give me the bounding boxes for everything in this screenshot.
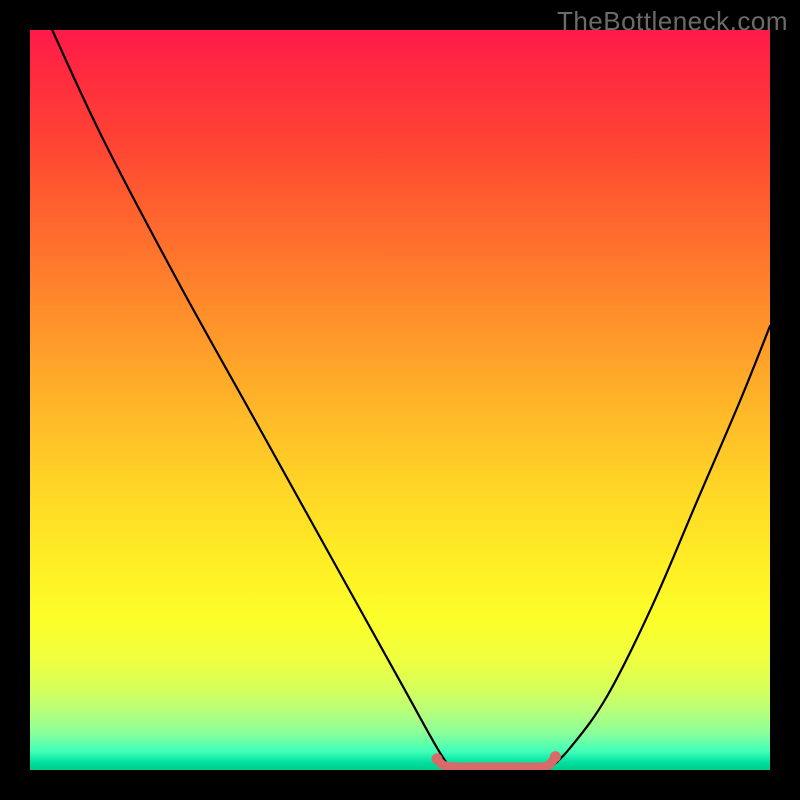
plot-area (30, 30, 770, 770)
watermark-text: TheBottleneck.com (557, 6, 788, 37)
left-curve (52, 30, 452, 770)
curve-overlay (30, 30, 770, 770)
curve-group (52, 30, 770, 770)
chart-container: TheBottleneck.com (0, 0, 800, 800)
right-curve (548, 326, 770, 770)
optimal-zone-marker (437, 757, 555, 767)
